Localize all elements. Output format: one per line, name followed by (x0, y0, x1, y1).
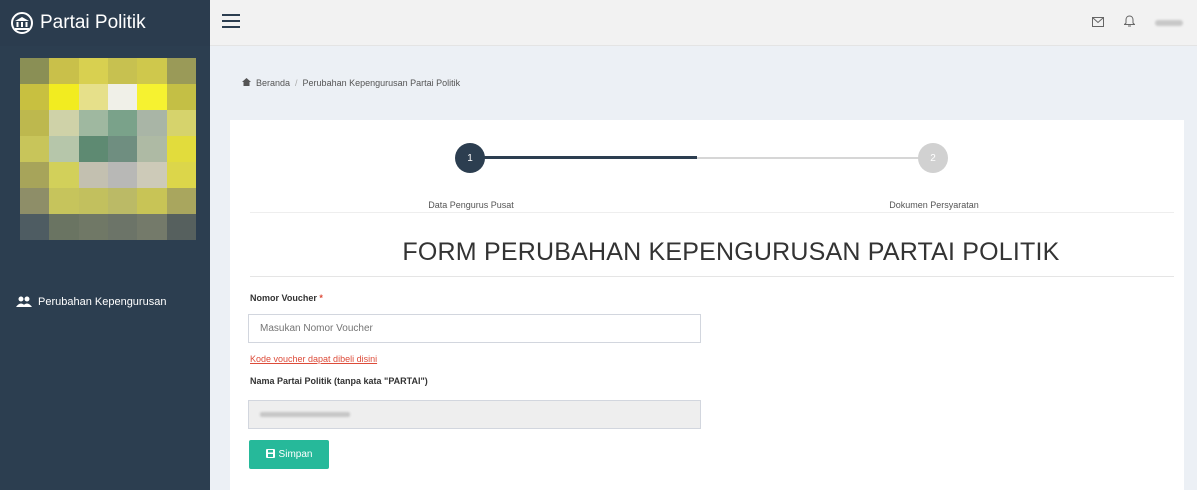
partai-name-label: Nama Partai Politik (tanpa kata "PARTAI"… (250, 376, 428, 386)
avatar (20, 58, 196, 240)
step-2-circle[interactable]: 2 (918, 143, 948, 173)
breadcrumb-current: Perubahan Kepengurusan Partai Politik (302, 78, 461, 88)
form-card: 1 2 Data Pengurus Pusat Dokumen Persyara… (230, 120, 1184, 490)
required-marker: * (319, 293, 323, 303)
divider (250, 212, 1174, 213)
sidebar-item-perubahan-kepengurusan[interactable]: Perubahan Kepengurusan (16, 296, 166, 308)
stepper: 1 2 Data Pengurus Pusat Dokumen Persyara… (230, 138, 1184, 218)
hamburger-menu-icon[interactable] (222, 13, 240, 34)
app-title: Partai Politik (40, 12, 146, 33)
step-remaining-line (697, 157, 922, 159)
step-progress-line (482, 156, 697, 159)
partai-name-field (248, 400, 701, 429)
sidebar-item-label: Perubahan Kepengurusan (38, 296, 167, 308)
divider (250, 276, 1174, 277)
bell-icon[interactable] (1123, 14, 1136, 32)
voucher-label-text: Nomor Voucher (250, 293, 317, 303)
voucher-label: Nomor Voucher * (250, 293, 323, 303)
home-icon (242, 78, 251, 88)
sidebar: Partai Politik Perubahan Kepengurusan (0, 0, 210, 490)
user-menu[interactable] (1155, 20, 1183, 26)
users-icon (16, 296, 32, 308)
save-icon (265, 448, 275, 461)
save-button[interactable]: Simpan (249, 440, 329, 469)
buy-voucher-link[interactable]: Kode voucher dapat dibeli disini (250, 354, 377, 364)
step-1-label: Data Pengurus Pusat (428, 200, 514, 210)
partai-name-value (260, 412, 350, 417)
page-title: FORM PERUBAHAN KEPENGURUSAN PARTAI POLIT… (402, 238, 1060, 266)
save-button-label: Simpan (278, 449, 313, 460)
breadcrumb: Beranda / Perubahan Kepengurusan Partai … (242, 78, 460, 88)
voucher-input[interactable] (248, 314, 701, 343)
step-2-label: Dokumen Persyaratan (889, 200, 979, 210)
breadcrumb-separator: / (295, 78, 298, 88)
bank-building-icon (11, 12, 33, 34)
breadcrumb-home[interactable]: Beranda (256, 78, 290, 88)
topbar (210, 0, 1197, 46)
envelope-icon[interactable] (1092, 14, 1104, 32)
step-1-circle[interactable]: 1 (455, 143, 485, 173)
brand[interactable]: Partai Politik (0, 0, 210, 46)
